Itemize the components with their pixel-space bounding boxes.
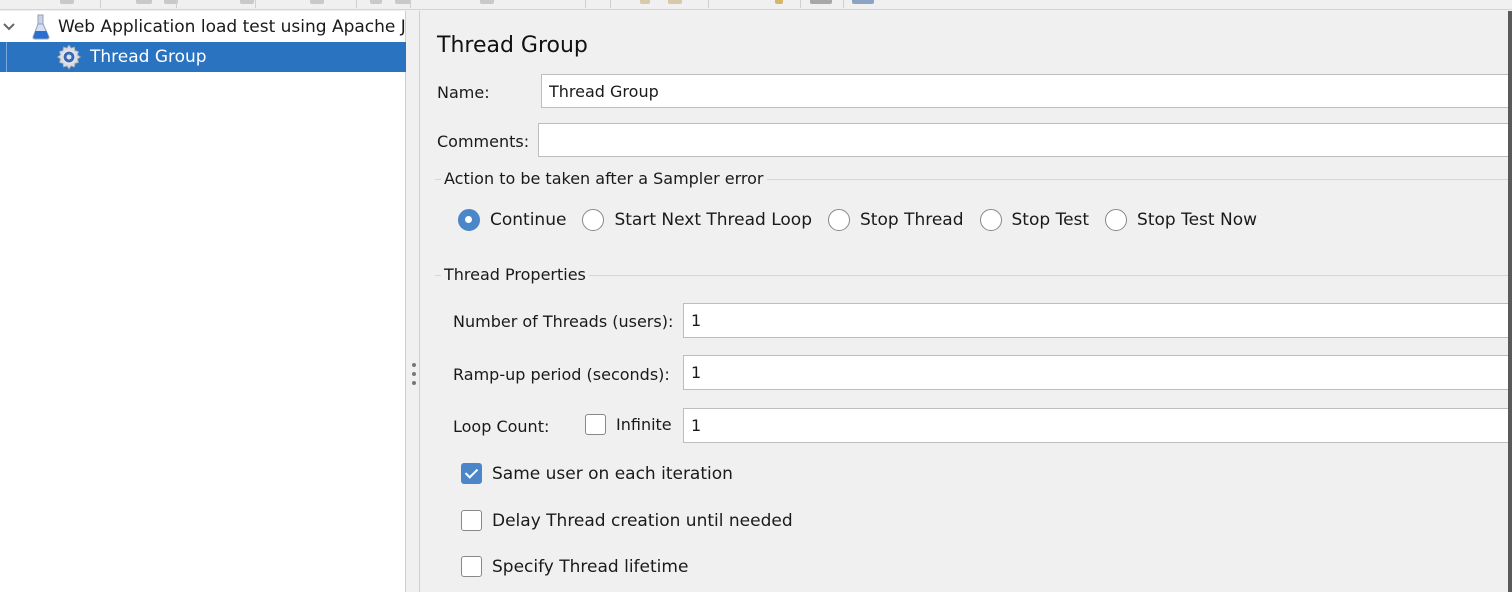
radio-continue[interactable]: Continue	[458, 209, 566, 231]
checkbox[interactable]	[461, 556, 482, 577]
radio-stop-test[interactable]: Stop Test	[979, 209, 1090, 231]
delay-thread-creation-checkbox[interactable]: Delay Thread creation until needed	[461, 510, 793, 531]
checkbox[interactable]	[461, 463, 482, 484]
name-label: Name:	[437, 83, 490, 102]
toolbar-separator	[410, 0, 411, 8]
radio-button[interactable]	[828, 209, 851, 231]
radio-button[interactable]	[582, 209, 605, 231]
pane-splitter[interactable]	[407, 11, 420, 592]
toolbar-button[interactable]	[640, 0, 650, 4]
toolbar-separator	[100, 0, 101, 8]
page-title: Thread Group	[437, 33, 588, 58]
toolbar-separator	[585, 0, 586, 8]
chevron-down-icon[interactable]	[2, 22, 16, 32]
window-edge	[1508, 11, 1512, 592]
comments-input[interactable]	[538, 123, 1511, 157]
flask-icon	[30, 14, 52, 40]
infinite-checkbox[interactable]: Infinite	[585, 414, 672, 435]
tree-node-label: Web Application load test using Apache J…	[58, 17, 406, 37]
group-border	[435, 275, 1508, 276]
checkbox-label: Delay Thread creation until needed	[492, 510, 793, 531]
drag-handle-icon[interactable]	[411, 363, 416, 385]
toolbar-separator	[610, 0, 611, 8]
checkbox[interactable]	[461, 510, 482, 531]
loop-count-label: Loop Count:	[453, 417, 550, 436]
toolbar-separator	[255, 0, 256, 8]
checkbox-label: Infinite	[616, 415, 672, 434]
rampup-input[interactable]	[683, 355, 1511, 390]
sampler-error-group-title: Action to be taken after a Sampler error	[441, 169, 767, 188]
thread-lifetime-checkbox[interactable]: Specify Thread lifetime	[461, 556, 688, 577]
test-plan-tree[interactable]: Web Application load test using Apache J…	[0, 11, 406, 592]
toolbar-button[interactable]	[136, 0, 152, 4]
name-input[interactable]	[541, 74, 1511, 108]
rampup-label: Ramp-up period (seconds):	[453, 365, 670, 384]
same-user-checkbox[interactable]: Same user on each iteration	[461, 463, 733, 484]
radio-stop-thread[interactable]: Stop Thread	[828, 209, 964, 231]
tree-node-test-plan[interactable]: Web Application load test using Apache J…	[0, 12, 406, 42]
toolbar-button[interactable]	[240, 0, 254, 4]
toolbar-separator	[800, 0, 801, 8]
toolbar-button[interactable]	[395, 0, 411, 4]
radio-label: Stop Thread	[860, 210, 964, 230]
toolbar-button[interactable]	[480, 0, 494, 4]
checkbox-label: Same user on each iteration	[492, 463, 733, 484]
radio-label: Start Next Thread Loop	[614, 210, 813, 230]
radio-button[interactable]	[1105, 209, 1128, 231]
toolbar-button[interactable]	[775, 0, 783, 4]
gear-icon	[56, 44, 82, 70]
loop-count-input[interactable]	[683, 408, 1511, 443]
threads-label: Number of Threads (users):	[453, 312, 674, 331]
thread-properties-group-title: Thread Properties	[441, 265, 589, 284]
radio-label: Stop Test	[1011, 210, 1090, 230]
thread-group-panel: Thread Group Name: Comments: Action to b…	[421, 11, 1511, 592]
checkbox[interactable]	[585, 414, 606, 435]
threads-input[interactable]	[683, 303, 1511, 338]
toolbar-button[interactable]	[310, 0, 324, 4]
radio-button[interactable]	[458, 209, 480, 231]
checkbox-label: Specify Thread lifetime	[492, 556, 689, 577]
radio-button[interactable]	[979, 209, 1002, 231]
toolbar-button[interactable]	[852, 0, 874, 4]
radio-start-next-thread-loop[interactable]: Start Next Thread Loop	[582, 209, 812, 231]
radio-label: Continue	[490, 210, 567, 230]
tree-node-thread-group[interactable]: Thread Group	[0, 42, 406, 72]
radio-stop-test-now[interactable]: Stop Test Now	[1105, 209, 1257, 231]
toolbar-button[interactable]	[60, 0, 74, 4]
toolbar-button[interactable]	[810, 0, 832, 4]
toolbar-separator	[176, 0, 177, 8]
radio-label: Stop Test Now	[1137, 210, 1258, 230]
tree-node-label: Thread Group	[90, 47, 207, 67]
toolbar-button[interactable]	[370, 0, 382, 4]
toolbar-separator	[356, 0, 357, 8]
comments-label: Comments:	[437, 132, 530, 151]
toolbar-button[interactable]	[668, 0, 682, 4]
toolbar	[0, 0, 1512, 10]
sampler-error-options: Continue Start Next Thread Loop Stop Thr…	[458, 209, 1273, 231]
toolbar-separator	[843, 0, 844, 8]
toolbar-separator	[708, 0, 709, 8]
